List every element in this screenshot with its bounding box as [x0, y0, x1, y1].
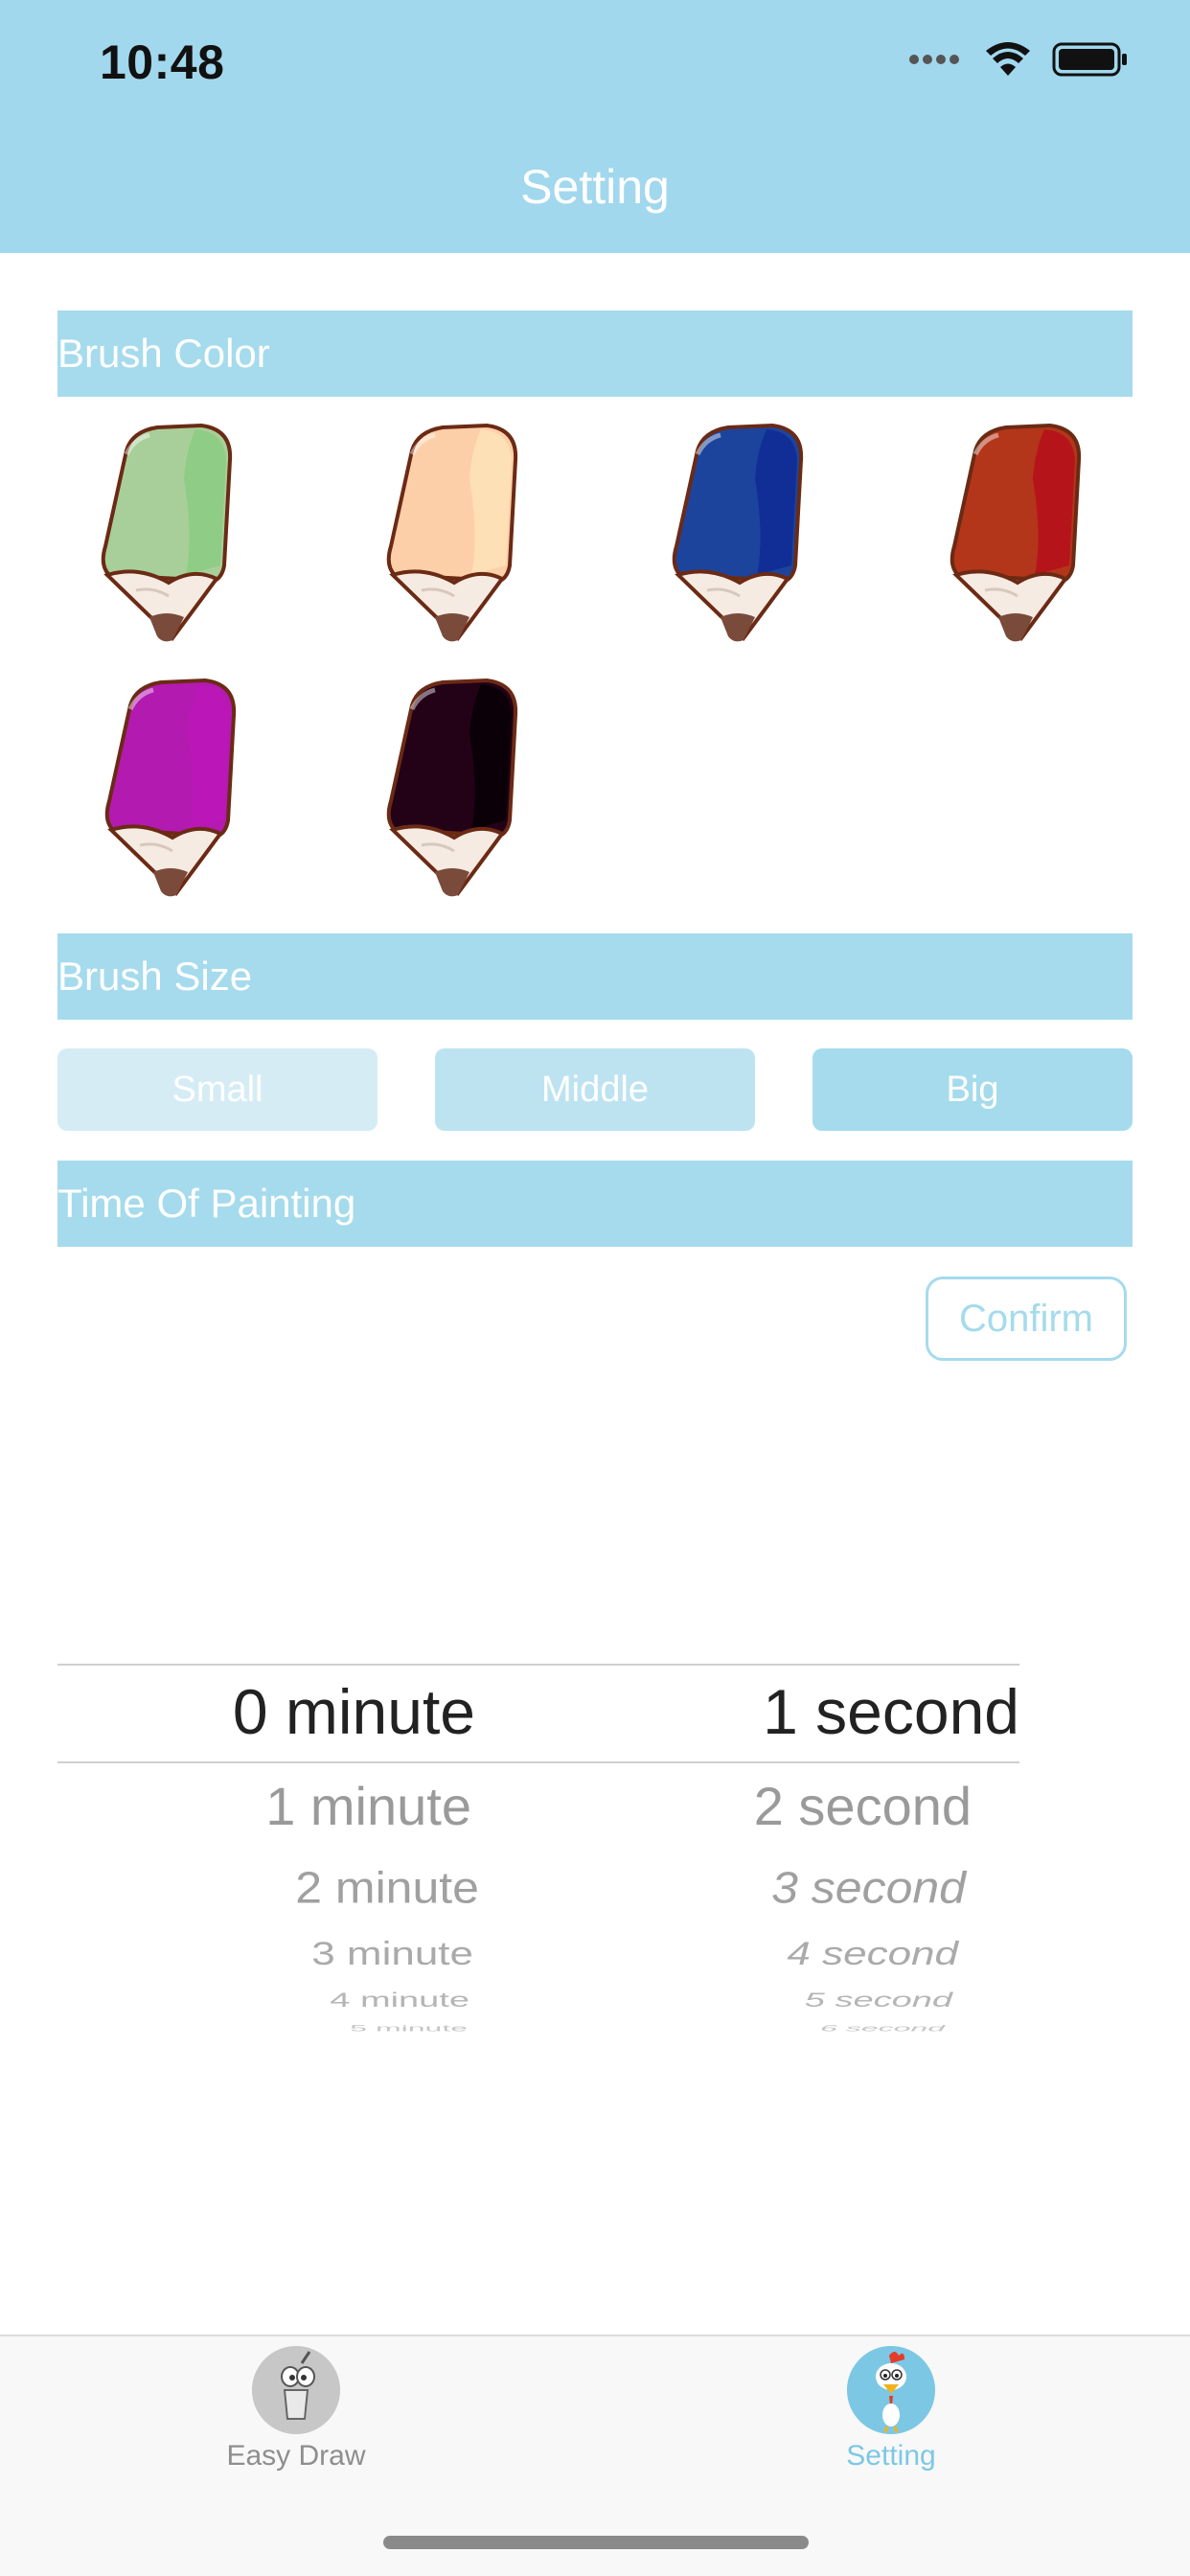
battery-icon [1052, 42, 1127, 77]
tab-label: Easy Draw [226, 2440, 366, 2472]
size-middle-button[interactable]: Middle [435, 1048, 755, 1131]
tab-setting[interactable]: Setting [795, 2346, 987, 2472]
size-big-button[interactable]: Big [812, 1048, 1133, 1131]
minute-option[interactable]: 1 minute [265, 1775, 471, 1837]
tab-label: Setting [846, 2440, 936, 2472]
pencil-icon [386, 678, 518, 897]
brush-color-red-pencil[interactable] [929, 422, 1111, 661]
brush-color-magenta-pencil[interactable] [84, 677, 266, 916]
brush-color-header: Brush Color [57, 310, 1133, 397]
time-of-painting-header: Time Of Painting [57, 1161, 1133, 1247]
time-picker[interactable]: 0 minute 1 minute 2 minute 3 minute 4 mi… [57, 1643, 1019, 2045]
brush-color-blue-pencil[interactable] [652, 422, 834, 661]
minute-option[interactable]: 2 minute [295, 1862, 479, 1913]
pencil-icon [101, 423, 233, 642]
wifi-icon [986, 42, 1030, 76]
minute-option[interactable]: 4 minute [330, 1990, 469, 2012]
second-option[interactable]: 5 second [805, 1990, 952, 2012]
second-option[interactable]: 2 second [754, 1775, 972, 1837]
minute-option[interactable]: 0 minute [233, 1675, 475, 1748]
size-small-button[interactable]: Small [57, 1048, 378, 1131]
robot-icon [252, 2346, 340, 2434]
chicken-icon [847, 2346, 935, 2434]
minute-option[interactable]: 5 minute [350, 2023, 468, 2034]
page-title: Setting [520, 160, 670, 214]
second-option[interactable]: 4 second [787, 1936, 958, 1973]
second-option[interactable]: 1 second [763, 1675, 1019, 1748]
brush-size-header: Brush Size [57, 933, 1133, 1020]
minute-option[interactable]: 3 minute [311, 1936, 473, 1973]
signal-icon [909, 55, 959, 64]
brush-color-black-pencil[interactable] [366, 677, 548, 916]
pencil-icon [104, 678, 237, 897]
status-time: 10:48 [100, 35, 225, 89]
tab-easy-draw[interactable]: Easy Draw [200, 2346, 392, 2472]
brush-color-peach-pencil[interactable] [366, 422, 548, 661]
status-icons [908, 40, 1129, 79]
pencil-icon [386, 423, 518, 642]
second-option[interactable]: 3 second [771, 1862, 966, 1913]
second-option[interactable]: 6 second [820, 2023, 945, 2034]
confirm-button[interactable]: Confirm [926, 1276, 1127, 1361]
pencil-icon [950, 423, 1082, 642]
pencil-icon [672, 423, 804, 642]
home-indicator [383, 2536, 809, 2549]
brush-color-green-pencil[interactable] [80, 422, 263, 661]
